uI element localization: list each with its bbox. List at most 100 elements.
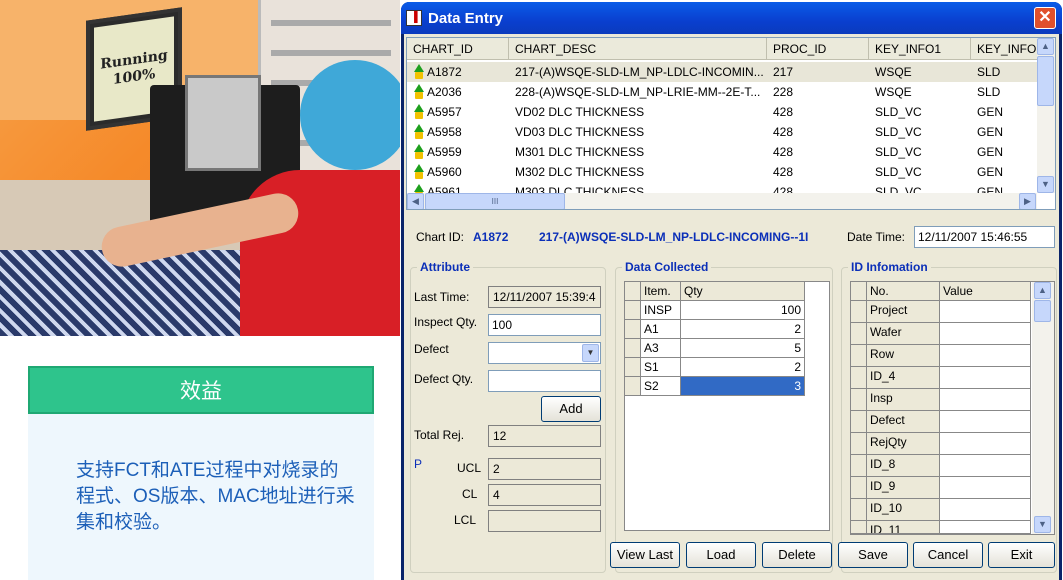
- row-selector[interactable]: [851, 367, 867, 389]
- cell-qty[interactable]: 2: [681, 358, 805, 377]
- cell-item[interactable]: S1: [641, 358, 681, 377]
- cell-chart-id: A5960: [427, 165, 462, 179]
- grid-vertical-scrollbar[interactable]: ▲ ▼: [1037, 38, 1055, 193]
- row-selector[interactable]: [851, 411, 867, 433]
- title-bar[interactable]: ▐ Data Entry ✕: [401, 2, 1062, 34]
- scroll-right-icon[interactable]: ▶: [1019, 193, 1036, 209]
- row-selector[interactable]: [851, 499, 867, 521]
- scroll-left-icon[interactable]: ◀: [407, 193, 424, 209]
- cell-qty[interactable]: 100: [681, 301, 805, 320]
- vertical-scroll-thumb[interactable]: [1037, 56, 1054, 106]
- row-selector[interactable]: [625, 377, 641, 396]
- cell-item[interactable]: S2: [641, 377, 681, 396]
- id-row-value[interactable]: [940, 301, 1031, 323]
- row-selector[interactable]: [851, 521, 867, 534]
- cell-qty-selected[interactable]: 3: [681, 377, 805, 396]
- exit-button[interactable]: Exit: [988, 542, 1055, 568]
- id-row-value[interactable]: [940, 521, 1031, 534]
- defect-select[interactable]: ▼: [488, 342, 601, 364]
- id-row-value[interactable]: [940, 323, 1031, 345]
- row-selector[interactable]: [851, 323, 867, 345]
- col-header-chart-id[interactable]: CHART_ID: [407, 38, 509, 60]
- cell-qty[interactable]: 2: [681, 320, 805, 339]
- grid-horizontal-scrollbar[interactable]: ◀ III ▶: [407, 193, 1037, 209]
- cell-chart-id: A5958: [427, 125, 462, 139]
- row-selector[interactable]: [625, 339, 641, 358]
- horizontal-scroll-thumb[interactable]: III: [425, 193, 565, 209]
- id-row-value[interactable]: [940, 345, 1031, 367]
- date-time-field[interactable]: 12/11/2007 15:46:55: [914, 226, 1055, 248]
- row-selector[interactable]: [625, 301, 641, 320]
- grid-row[interactable]: A2036 228-(A)WSQE-SLD-LM_NP-LRIE-MM--2E-…: [407, 82, 1037, 102]
- col-header-key-info[interactable]: KEY_INFO: [971, 38, 1041, 60]
- row-selector[interactable]: [625, 358, 641, 377]
- cell-chart-desc: M301 DLC THICKNESS: [515, 145, 645, 159]
- vertical-scroll-thumb[interactable]: [1034, 300, 1051, 322]
- col-header-proc-id[interactable]: PROC_ID: [767, 38, 869, 60]
- id-row-value[interactable]: [940, 433, 1031, 455]
- grid-row[interactable]: A5960 M302 DLC THICKNESS 428 SLD_VC GEN: [407, 162, 1037, 182]
- last-time-field: 12/11/2007 15:39:4: [488, 286, 601, 308]
- id-row-label: ID_10: [867, 499, 940, 521]
- row-selector[interactable]: [851, 477, 867, 499]
- date-time-label: Date Time:: [847, 230, 906, 244]
- col-header-key-info1[interactable]: KEY_INFO1: [869, 38, 971, 60]
- row-selector[interactable]: [851, 389, 867, 411]
- id-row-value[interactable]: [940, 499, 1031, 521]
- cell-qty[interactable]: 5: [681, 339, 805, 358]
- grid-row[interactable]: A1872 217-(A)WSQE-SLD-LM_NP-LDLC-INCOMIN…: [407, 62, 1037, 82]
- id-table-vertical-scrollbar[interactable]: ▲ ▼: [1032, 282, 1054, 534]
- photo-worker-cap: [300, 60, 400, 170]
- delete-button[interactable]: Delete: [762, 542, 832, 568]
- grid-row[interactable]: A5961 M303 DLC THICKNESS 428 SLD_VC GEN: [407, 182, 1037, 193]
- cell-chart-id: A5961: [427, 185, 462, 193]
- id-row-value[interactable]: [940, 367, 1031, 389]
- defect-qty-field[interactable]: [488, 370, 601, 392]
- id-row-value[interactable]: [940, 455, 1031, 477]
- data-collected-title: Data Collected: [622, 260, 712, 274]
- cell-key-info: GEN: [977, 185, 1004, 193]
- total-rej-label: Total Rej.: [414, 428, 465, 442]
- grid-row[interactable]: A5959 M301 DLC THICKNESS 428 SLD_VC GEN: [407, 142, 1037, 162]
- data-collected-table[interactable]: Item. Qty INSP 100 A1 2 A3 5 S1 2 S2 3: [624, 281, 830, 531]
- status-icon: [411, 124, 427, 140]
- cell-item[interactable]: A3: [641, 339, 681, 358]
- scroll-up-icon[interactable]: ▲: [1034, 282, 1051, 299]
- status-icon: [411, 164, 427, 180]
- id-information-table[interactable]: No. Value Project Wafer Row ID_4 Insp De…: [850, 281, 1055, 535]
- lcl-label: LCL: [454, 513, 477, 527]
- grid-row[interactable]: A5958 VD03 DLC THICKNESS 428 SLD_VC GEN: [407, 122, 1037, 142]
- id-row-label: ID_9: [867, 477, 940, 499]
- cell-item[interactable]: A1: [641, 320, 681, 339]
- id-row-value[interactable]: [940, 477, 1031, 499]
- save-button[interactable]: Save: [838, 542, 908, 568]
- grid-row[interactable]: A5957 VD02 DLC THICKNESS 428 SLD_VC GEN: [407, 102, 1037, 122]
- inspect-qty-field[interactable]: 100: [488, 314, 601, 336]
- chart-grid[interactable]: CHART_ID CHART_DESC PROC_ID KEY_INFO1 KE…: [406, 37, 1056, 210]
- scroll-up-icon[interactable]: ▲: [1037, 38, 1054, 55]
- cell-chart-desc: VD02 DLC THICKNESS: [515, 105, 645, 119]
- ucl-label: UCL: [457, 461, 482, 475]
- row-selector[interactable]: [851, 301, 867, 323]
- view-last-button[interactable]: View Last: [610, 542, 680, 568]
- add-button[interactable]: Add: [541, 396, 601, 422]
- total-rej-field: 12: [488, 425, 601, 447]
- row-selector[interactable]: [625, 320, 641, 339]
- load-button[interactable]: Load: [686, 542, 756, 568]
- scroll-down-icon[interactable]: ▼: [1034, 516, 1051, 533]
- close-button[interactable]: ✕: [1034, 7, 1056, 29]
- row-selector[interactable]: [851, 455, 867, 477]
- id-row-value[interactable]: [940, 411, 1031, 433]
- scroll-down-icon[interactable]: ▼: [1037, 176, 1054, 193]
- col-header-chart-desc[interactable]: CHART_DESC: [509, 38, 767, 60]
- cancel-button[interactable]: Cancel: [913, 542, 983, 568]
- cell-item[interactable]: INSP: [641, 301, 681, 320]
- chevron-down-icon[interactable]: ▼: [582, 344, 599, 362]
- col-header-item: Item.: [641, 282, 681, 301]
- row-selector[interactable]: [851, 345, 867, 367]
- row-selector[interactable]: [851, 433, 867, 455]
- cell-chart-desc: 217-(A)WSQE-SLD-LM_NP-LDLC-INCOMIN...: [515, 65, 763, 79]
- id-row-label: RejQty: [867, 433, 940, 455]
- id-information-group: ID Infomation No. Value Project Wafer Ro…: [841, 260, 1057, 573]
- id-row-value[interactable]: [940, 389, 1031, 411]
